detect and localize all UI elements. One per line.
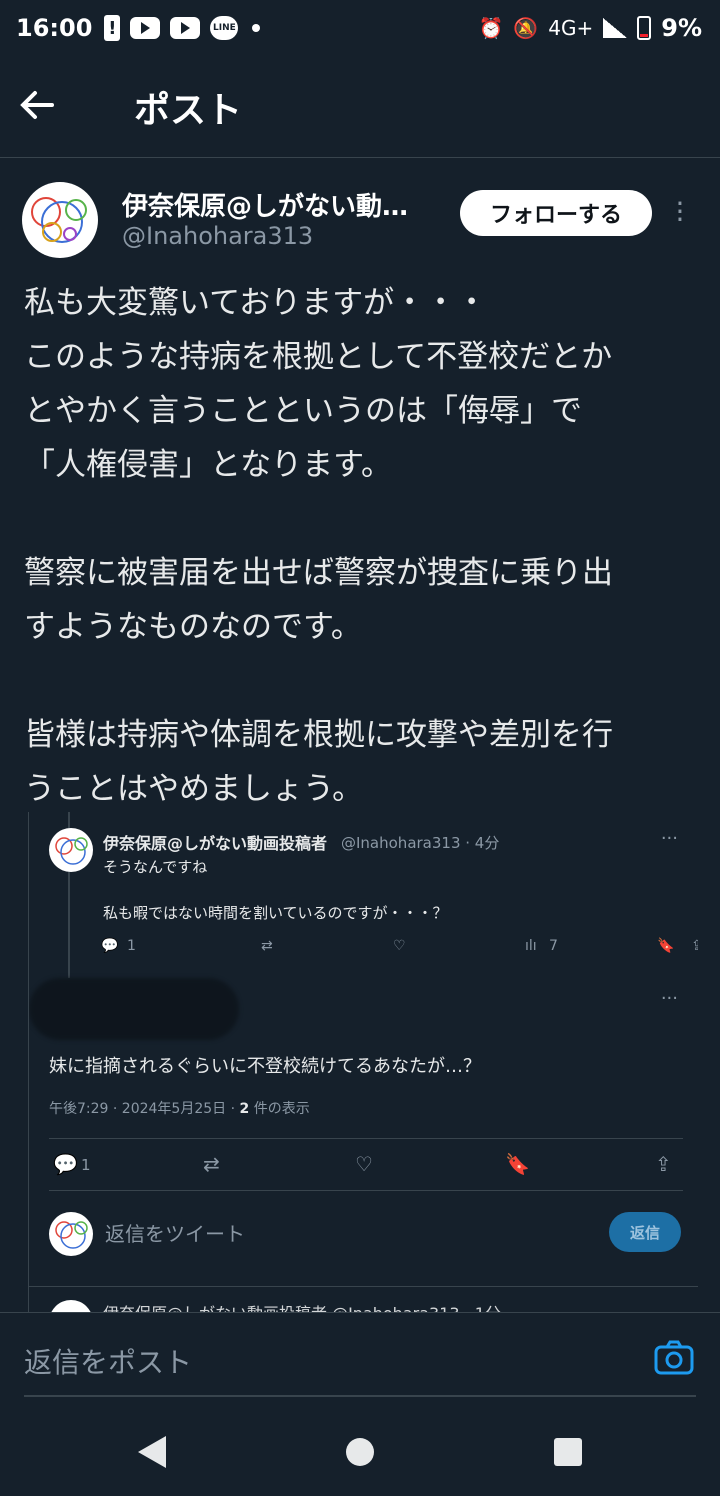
quoted-avatar [49,828,93,872]
author-handle[interactable]: @Inahohara313 [122,222,313,250]
next-reply-header: 伊奈保原@しがない動画投稿者 @Inahohara313 · 1分 [103,1300,501,1312]
quoted-more-icon: ··· [660,828,678,849]
input-underline [24,1395,696,1397]
battery-percent: 9% [661,14,702,42]
reply-composer: 返信をポスト [0,1312,720,1408]
author-name[interactable]: 伊奈保原@しがない動… [122,186,432,223]
reply-actions: 💬 1 ⇄ ♡ 🔖 ⇪ [49,1152,683,1182]
page-title: ポスト [134,89,243,131]
quoted-text-line1: そうなんですね [103,858,208,876]
quoted-text-line2: 私も暇ではない時間を割いているのですが・・・？ [103,904,448,922]
signal-icon [603,18,628,38]
line-app-icon: LINE [210,16,239,40]
quoted-author-name: 伊奈保原@しがない動画投稿者 [103,834,328,853]
divider [49,1190,683,1191]
camera-icon[interactable] [654,1339,694,1375]
quoted-author-handle: @Inahohara313 · 4分 [341,834,500,852]
nav-recents-icon[interactable] [554,1438,582,1466]
reply-view-label: 件の表示 [249,1101,310,1117]
reply-like-icon: ♡ [355,1152,373,1176]
nav-back-icon[interactable] [138,1436,166,1468]
embedded-reply-button: 返信 [609,1212,681,1252]
more-options-icon[interactable]: · · · [672,190,688,234]
status-bar: 16:00 ! LINE ⏰ 🔕 4G+ 9% [0,0,720,56]
next-avatar [49,1300,93,1312]
post-body: 私も大変驚いておりますが・・・ このような持病を根拠として不登校だとか とやかく… [24,285,613,807]
quoted-reply-count: 1 [127,938,136,954]
reply-comment-icon: 💬 [53,1152,78,1176]
alarm-icon: ⏰ [478,16,504,40]
divider [49,1138,683,1139]
reply-repost-icon: ⇄ [203,1152,220,1176]
network-label: 4G+ [548,16,594,40]
avatar[interactable] [22,182,98,258]
reply-more-icon: ··· [660,988,678,1009]
quoted-share-icon: ⇪ [691,938,698,954]
quoted-bookmark-icon: 🔖 [657,938,675,954]
post-author: 伊奈保原@しがない動… @Inahohara313 フォローする · · · [22,180,698,260]
reply-composer-avatar [49,1212,93,1256]
status-time: 16:00 [16,14,93,42]
nav-home-icon[interactable] [346,1438,374,1466]
embedded-screenshot: 伊奈保原@しがない動画投稿者 @Inahohara313 · 4分 ··· そう… [28,812,698,1312]
quoted-like-icon: ♡ [393,938,406,954]
reply-bookmark-icon: 🔖 [505,1152,530,1176]
reply-share-icon: ⇪ [655,1152,672,1176]
quoted-reply-icon: 💬 [101,938,119,954]
reply-input[interactable]: 返信をポスト [24,1341,192,1381]
reply-view-count: 2 [239,1101,250,1117]
youtube-icon [130,17,161,39]
alert-icon: ! [104,15,121,41]
status-right: ⏰ 🔕 4G+ 9% [478,0,702,56]
battery-icon [637,16,652,40]
quoted-view-count: 7 [549,938,558,954]
redacted-area [29,978,239,1040]
embedded-reply-placeholder: 返信をツイート [105,1222,245,1246]
system-nav-bar [0,1408,720,1496]
quoted-views-icon: ılı [525,938,537,954]
app-header: ポスト [0,56,720,158]
quoted-actions: 💬 1 ⇄ ♡ ılı 7 🔖 ⇪ [101,938,698,962]
more-notifications-dot [252,24,261,32]
back-arrow-icon[interactable] [20,84,100,130]
follow-button[interactable]: フォローする [460,190,652,236]
divider [29,1286,698,1287]
reply-text: 妹に指摘されるぐらいに不登校続けてるあなたが…？ [49,1056,481,1077]
reply-timestamp: 午後7:29 · 2024年5月25日 · [49,1101,240,1117]
reply-meta: 午後7:29 · 2024年5月25日 · 2 件の表示 [49,1098,310,1118]
youtube-icon-2 [170,17,201,39]
mute-icon: 🔕 [513,16,539,40]
quoted-repost-icon: ⇄ [261,938,273,954]
reply-comment-count: 1 [81,1156,91,1174]
